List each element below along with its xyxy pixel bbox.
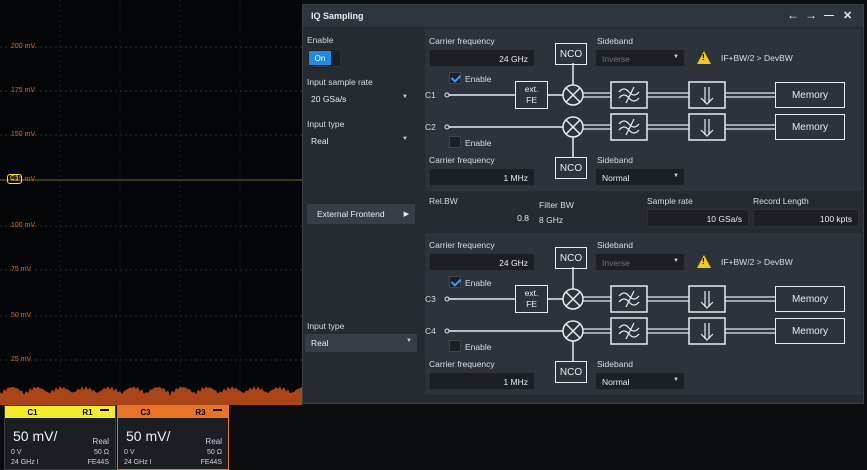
record-length-field[interactable]: 100 kpts — [753, 209, 859, 227]
input-type-value: Real — [311, 136, 329, 146]
channel-offset-marker[interactable]: C1 — [7, 174, 22, 184]
decimation-icon — [700, 129, 714, 137]
channel-offset: 0 V — [11, 449, 22, 456]
fe-label: FE — [526, 299, 537, 309]
scope-grid — [0, 0, 302, 405]
filter-icon — [610, 285, 648, 313]
nco-box-top: NCO — [555, 43, 587, 65]
channel-impedance: 50 Ω — [94, 449, 109, 456]
channel-tile-header: C3 R3 — [118, 406, 228, 418]
filter-bw-label: Filter BW — [539, 200, 574, 210]
decimation-icon — [700, 301, 714, 309]
chevron-down-icon: ▼ — [402, 136, 408, 142]
channel-tile-c1[interactable]: C1 R1 50 mV/ Real 0 V 24 GHz I 50 Ω FE44… — [4, 405, 116, 470]
input-type-label: Input type — [307, 321, 345, 331]
y-tick-label: 50 mV — [11, 312, 32, 319]
input-type-label: Input type — [307, 119, 345, 129]
filter-icon — [618, 120, 640, 128]
ext-label: ext. — [524, 288, 539, 298]
dialog-title: IQ Sampling — [311, 11, 364, 21]
nco-box-bottom: NCO — [555, 157, 587, 179]
memory-box-a: Memory — [775, 82, 845, 108]
input-type-value: Real — [311, 338, 329, 348]
decimation-icon — [700, 333, 714, 341]
memory-box-b: Memory — [775, 318, 845, 344]
filter-icon — [610, 113, 648, 141]
input-node — [444, 296, 450, 302]
channel-probe: FE44S — [200, 459, 222, 466]
vertical-scale: 50 mV/ — [13, 428, 58, 444]
y-tick-label: 150 mV — [11, 131, 36, 138]
y-tick-label: 175 mV — [11, 87, 36, 94]
external-frontend-label: External Frontend — [317, 209, 385, 219]
minimize-icon[interactable] — [213, 409, 222, 411]
decimation-icon — [700, 97, 714, 105]
vertical-scale: 50 mV/ — [126, 428, 171, 444]
input-node — [444, 328, 450, 334]
input-node — [444, 92, 450, 98]
channel-offset: 0 V — [124, 449, 135, 456]
input-node — [444, 124, 450, 130]
y-tick-label: 200 mV — [11, 43, 36, 50]
input-sample-rate-label: Input sample rate — [307, 77, 373, 87]
enable-toggle[interactable]: On — [307, 49, 341, 67]
y-tick-label: 25 mV — [11, 356, 32, 363]
ext-label: ext. — [524, 84, 539, 94]
nco-box-bottom: NCO — [555, 361, 587, 383]
channel-bar: C1 R1 50 mV/ Real 0 V 24 GHz I 50 Ω FE44… — [0, 405, 867, 470]
nco-box-top: NCO — [555, 247, 587, 269]
external-frontend-box: ext. FE — [515, 81, 548, 109]
forward-arrow-icon[interactable]: → — [805, 8, 817, 22]
channel-mode: Real — [92, 437, 109, 446]
filter-icon — [610, 317, 648, 345]
filter-icon — [618, 88, 640, 96]
reference-name: R1 — [82, 407, 93, 417]
y-tick-label: 75 mV — [11, 266, 32, 273]
chevron-down-icon: ▼ — [402, 94, 408, 100]
back-arrow-icon[interactable]: ← — [787, 8, 799, 22]
memory-box-a: Memory — [775, 286, 845, 312]
channel-bandwidth: 24 GHz I — [11, 459, 39, 466]
scope-display[interactable]: 200 mV 175 mV 150 mV 125 mV 100 mV 75 mV… — [0, 0, 302, 405]
external-frontend-button[interactable]: External Frontend ▶ — [307, 204, 415, 224]
chevron-right-icon: ▶ — [403, 211, 409, 218]
channel-name: C3 — [140, 407, 151, 417]
channel-mode: Real — [205, 437, 222, 446]
close-icon[interactable]: ✕ — [843, 9, 852, 22]
input-type-select-2[interactable]: Real ▼ — [305, 334, 417, 352]
filter-icon — [610, 81, 648, 109]
channel-tile-c3[interactable]: C3 R3 50 mV/ Real 0 V 24 GHz I 50 Ω FE44… — [117, 405, 229, 470]
chevron-down-icon: ▼ — [406, 338, 412, 344]
channel-tile-header: C1 R1 — [5, 406, 115, 418]
sample-rate-label: Sample rate — [647, 196, 693, 206]
minimize-icon[interactable] — [100, 409, 109, 411]
reference-name: R3 — [195, 407, 206, 417]
iq-signal-path-diagram — [444, 267, 775, 361]
fe-label: FE — [526, 95, 537, 105]
external-frontend-box: ext. FE — [515, 285, 548, 313]
filter-bw-value: 8 GHz — [539, 215, 564, 225]
iq-signal-path-diagram — [444, 63, 775, 157]
toggle-on-state: On — [309, 51, 331, 65]
input-sample-rate-value: 20 GSa/s — [311, 94, 347, 104]
noise-floor-trace — [0, 386, 302, 405]
channel-bandwidth: 24 GHz I — [124, 459, 152, 466]
dialog-titlebar[interactable]: IQ Sampling ← → — ✕ — [303, 5, 863, 27]
filter-icon — [618, 292, 640, 300]
rel-bw-field[interactable]: 0.8 — [429, 209, 535, 227]
memory-box-b: Memory — [775, 114, 845, 140]
record-length-label: Record Length — [753, 196, 809, 206]
channel-impedance: 50 Ω — [207, 449, 222, 456]
channel-probe: FE44S — [87, 459, 109, 466]
filter-icon — [618, 324, 640, 332]
minimize-icon[interactable]: — — [824, 10, 834, 21]
input-sample-rate-select[interactable]: 20 GSa/s ▼ — [305, 90, 413, 108]
input-type-select[interactable]: Real ▼ — [305, 132, 413, 150]
sample-rate-field[interactable]: 10 GSa/s — [647, 209, 749, 227]
enable-label: Enable — [307, 35, 334, 45]
channel-name: C1 — [27, 407, 38, 417]
rel-bw-label: Rel.BW — [429, 196, 458, 206]
y-tick-label: 100 mV — [11, 222, 36, 229]
iq-sampling-dialog: IQ Sampling ← → — ✕ Enable On Input samp… — [302, 4, 864, 404]
